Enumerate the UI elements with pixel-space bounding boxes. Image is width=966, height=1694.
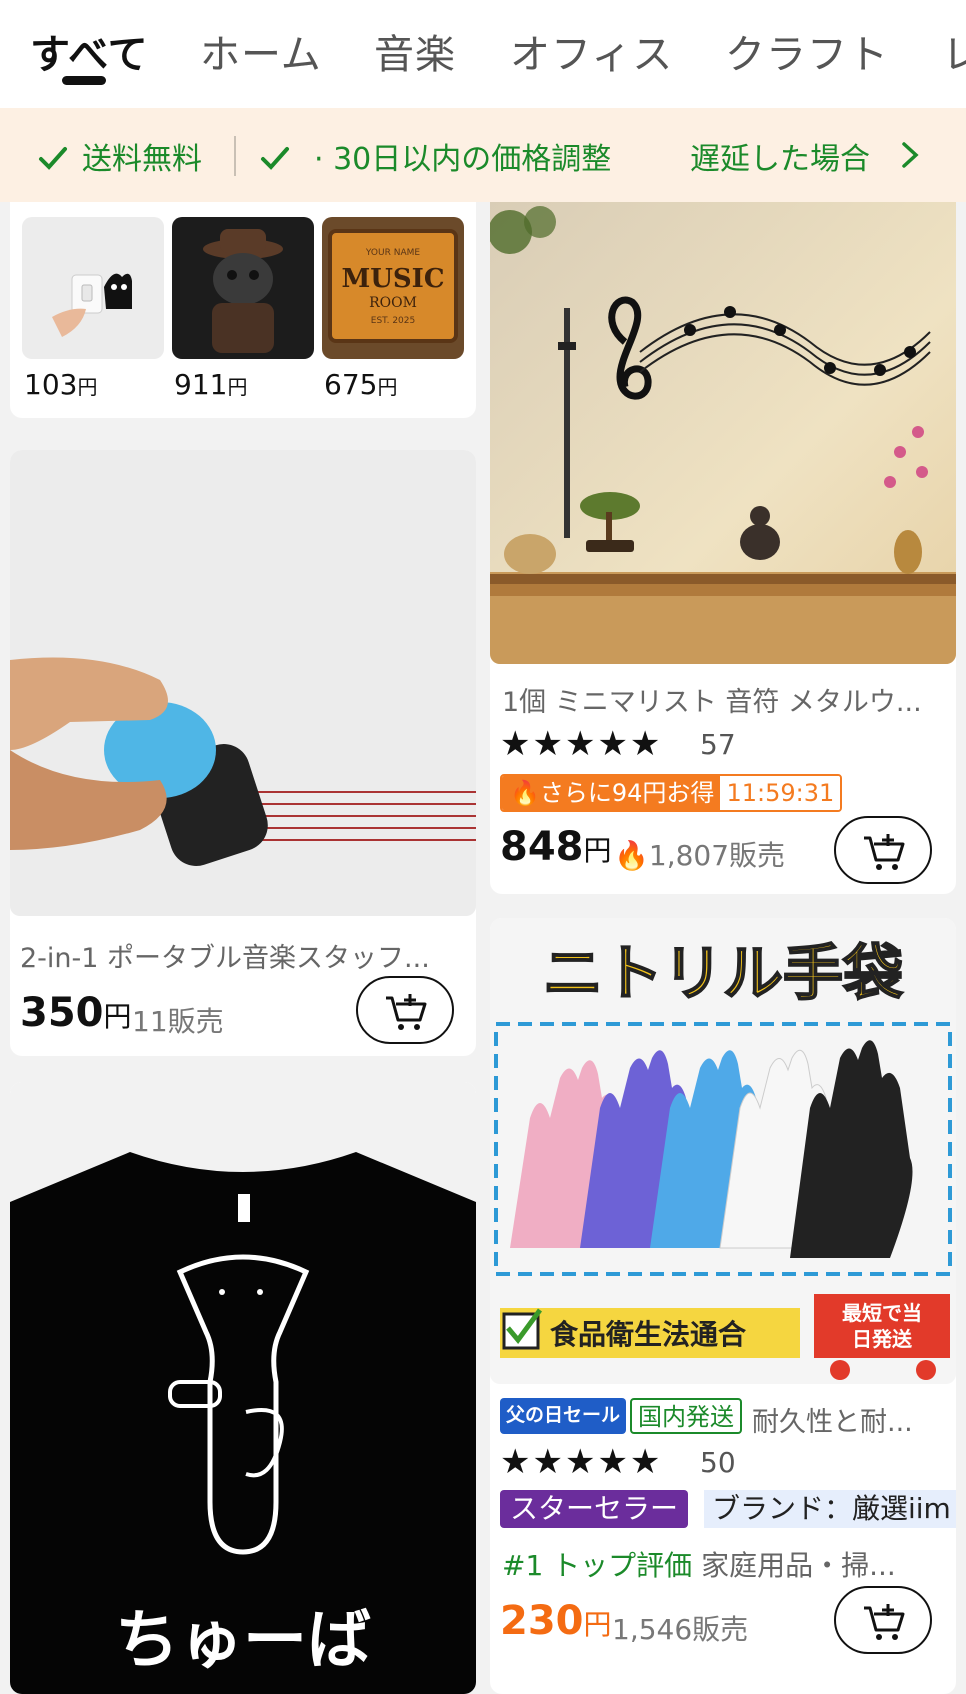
product-image[interactable] [10, 450, 476, 916]
thumb-price-2: 911円 [174, 368, 248, 401]
product-title[interactable]: 1個 ミニマリスト 音符 メタルウ... [502, 680, 942, 719]
tab-craft[interactable]: クラフト [725, 22, 889, 80]
thumb-music-room-sign[interactable]: YOUR NAME MUSIC ROOM EST. 2025 [322, 217, 464, 359]
promo-price-adjust: · 30日以内の価格調整 [260, 134, 611, 178]
product-price: 848円 [500, 824, 612, 870]
deal-timer: 11:59:31 [720, 776, 841, 810]
check-icon [39, 147, 67, 170]
fire-icon: 🔥 [510, 779, 540, 807]
svg-text:ROOM: ROOM [369, 295, 417, 311]
tab-active-indicator [62, 76, 106, 85]
tab-all[interactable]: すべて [30, 22, 149, 80]
badge-brand: ブランド：厳選iim [704, 1490, 956, 1528]
thumb-price-1: 103円 [24, 368, 98, 401]
flame-icon: 🔥 [614, 839, 649, 872]
thumb-bulldog-figure[interactable] [172, 217, 314, 359]
cart-plus-icon [386, 994, 427, 1030]
sold-count: 🔥1,807販売 [614, 839, 786, 872]
product-image[interactable]: ちゅーば [10, 1082, 476, 1694]
product-card-staff-pen[interactable]: 2-in-1 ポータブル音楽スタッフ... 350円 11販売 [10, 450, 476, 1056]
svg-text:ニトリル手袋: ニトリル手袋 [543, 939, 903, 1009]
sold-count: 1,546販売 [612, 1613, 749, 1646]
add-to-cart-button[interactable] [356, 976, 454, 1044]
rating-count: 50 [700, 1446, 736, 1479]
product-title[interactable]: 耐久性と耐... [752, 1400, 948, 1439]
product-card-music-wall[interactable]: 1個 ミニマリスト 音符 メタルウ... ★★★★★ 57 🔥さらに94円お得 1… [490, 202, 956, 894]
rating-stars: ★★★★★ [500, 724, 663, 764]
product-price: 350円 [20, 990, 132, 1036]
tab-more[interactable]: レ [942, 22, 966, 80]
product-image[interactable]: ニトリル手袋 食品衛生法通合 最短で当 日発送 [490, 918, 956, 1384]
tab-office[interactable]: オフィス [510, 22, 673, 80]
badge-fathers-day-sale: 父の日セール [500, 1398, 627, 1434]
deal-badge: 🔥さらに94円お得 11:59:31 [500, 774, 843, 812]
cart-plus-icon [864, 834, 905, 870]
promo-bar[interactable]: 送料無料 · 30日以内の価格調整 遅延した場合 [0, 108, 966, 202]
top-rated-label: #1 トップ評価 家庭用品・掃... [502, 1549, 896, 1582]
svg-text:日発送: 日発送 [852, 1327, 913, 1351]
promo-divider [234, 136, 236, 176]
category-tabs: すべて ホーム 音楽 オフィス クラフト レ [0, 0, 966, 108]
badge-star-seller: スターセラー [500, 1490, 689, 1528]
tab-music[interactable]: 音楽 [374, 22, 456, 80]
product-card-gloves[interactable]: ニトリル手袋 食品衛生法通合 最短で当 日発送 父の日セール 国内発送 耐久性と… [490, 918, 956, 1694]
music-room-sign-image: YOUR NAME MUSIC ROOM EST. 2025 [322, 217, 464, 359]
product-card-tuba-tshirt[interactable]: ちゅーば [10, 1082, 476, 1694]
check-icon [261, 147, 289, 170]
svg-text:MUSIC: MUSIC [341, 264, 444, 294]
product-price: 230円 [500, 1598, 612, 1644]
add-to-cart-button[interactable] [834, 1586, 932, 1654]
add-to-cart-button[interactable] [834, 816, 932, 884]
rating-count: 57 [700, 728, 736, 761]
music-wall-art-image [490, 202, 956, 664]
promo-free-shipping: 送料無料 [38, 134, 202, 178]
related-thumbnails-card: YOUR NAME MUSIC ROOM EST. 2025 103円 911円… [10, 202, 476, 418]
deal-text: 🔥さらに94円お得 [502, 776, 721, 810]
badge-domestic-shipping: 国内発送 [630, 1398, 742, 1434]
promo-price-adjust-label: · 30日以内の価格調整 [314, 142, 612, 177]
svg-text:最短で当: 最短で当 [842, 1301, 922, 1325]
thumb-price-3: 675円 [324, 368, 398, 401]
tab-home[interactable]: ホーム [200, 22, 322, 80]
staff-pen-image [10, 450, 476, 916]
cat-sticker-image [22, 217, 164, 359]
svg-text:ちゅーば: ちゅーば [115, 1604, 371, 1678]
promo-free-shipping-label: 送料無料 [82, 142, 202, 177]
svg-text:YOUR NAME: YOUR NAME [365, 248, 420, 258]
promo-delay: 遅延した場合 [690, 142, 870, 177]
product-title[interactable]: 2-in-1 ポータブル音楽スタッフ... [20, 936, 460, 975]
tuba-tshirt-image: ちゅーば [10, 1082, 476, 1694]
rating-stars: ★★★★★ [500, 1442, 663, 1482]
chevron-right-icon[interactable] [898, 140, 922, 170]
category-label: 家庭用品・掃... [701, 1549, 896, 1582]
svg-text:EST. 2025: EST. 2025 [371, 316, 415, 326]
thumb-cat-switch-sticker[interactable] [22, 217, 164, 359]
svg-text:食品衛生法通合: 食品衛生法通合 [550, 1318, 747, 1351]
cart-plus-icon [864, 1604, 905, 1640]
bulldog-figure-image [172, 217, 314, 359]
sold-count: 11販売 [132, 1005, 224, 1038]
product-image[interactable] [490, 202, 956, 664]
nitrile-gloves-image: ニトリル手袋 食品衛生法通合 最短で当 日発送 [490, 918, 956, 1384]
